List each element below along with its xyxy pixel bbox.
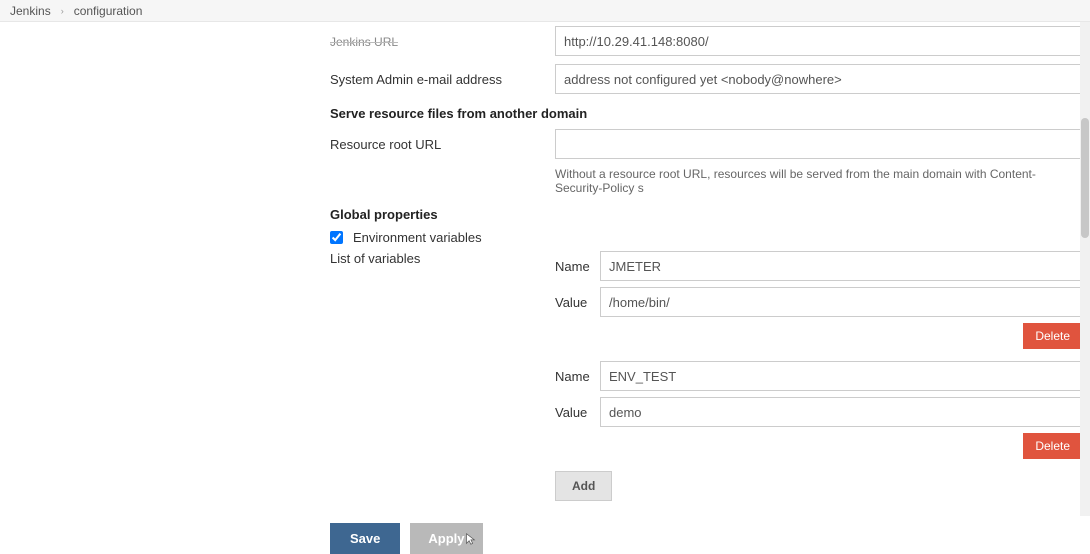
scrollbar[interactable] [1080, 22, 1090, 516]
add-button[interactable]: Add [555, 471, 612, 501]
var-name-label: Name [555, 259, 600, 274]
scrollbar-thumb[interactable] [1081, 118, 1089, 238]
resource-root-help-text: Without a resource root URL, resources w… [555, 167, 1082, 195]
resource-root-url-label: Resource root URL [330, 137, 555, 152]
breadcrumb: Jenkins › configuration [0, 0, 1090, 22]
apply-button[interactable]: Apply [410, 523, 482, 554]
var-value-label-1: Value [555, 405, 600, 420]
var-name-input-1[interactable] [600, 361, 1082, 391]
config-form: Jenkins URL System Admin e-mail address … [330, 22, 1090, 516]
global-properties-section-title: Global properties [330, 207, 1090, 222]
admin-email-label: System Admin e-mail address [330, 72, 555, 87]
var-value-input-0[interactable] [600, 287, 1082, 317]
var-value-input-1[interactable] [600, 397, 1082, 427]
delete-button-0[interactable]: Delete [1023, 323, 1082, 349]
var-name-label-1: Name [555, 369, 600, 384]
apply-button-label: Apply [428, 531, 464, 546]
cursor-icon [463, 532, 477, 546]
environment-variables-checkbox-label: Environment variables [353, 230, 482, 245]
var-name-input-0[interactable] [600, 251, 1082, 281]
delete-button-1[interactable]: Delete [1023, 433, 1082, 459]
environment-variables-checkbox[interactable] [330, 231, 343, 244]
admin-email-input[interactable] [555, 64, 1082, 94]
breadcrumb-configuration[interactable]: configuration [74, 4, 143, 18]
breadcrumb-jenkins[interactable]: Jenkins [10, 4, 51, 18]
var-value-label: Value [555, 295, 600, 310]
jenkins-url-label: Jenkins URL [330, 34, 555, 49]
resource-root-url-input[interactable] [555, 129, 1082, 159]
serve-resource-section-title: Serve resource files from another domain [330, 106, 1090, 121]
action-bar: Save Apply [330, 523, 1090, 554]
breadcrumb-separator-icon: › [61, 6, 64, 16]
save-button[interactable]: Save [330, 523, 400, 554]
list-of-variables-label: List of variables [330, 251, 555, 501]
jenkins-url-input[interactable] [555, 26, 1082, 56]
